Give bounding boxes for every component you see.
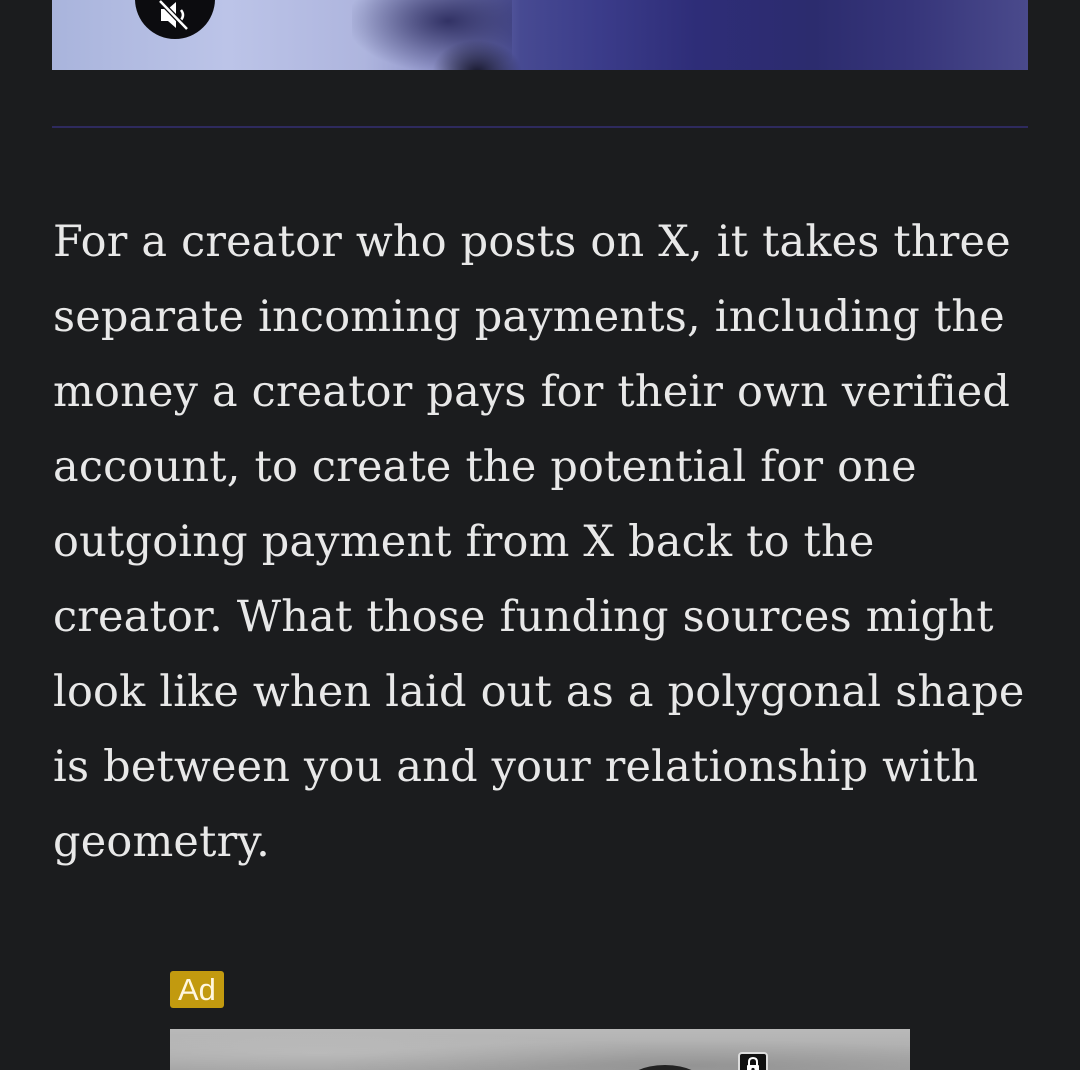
article-page: For a creator who posts on X, it takes t… [0,0,1080,1070]
mute-button[interactable] [135,0,215,39]
speaker-muted-icon [158,0,189,31]
article-paragraph: For a creator who posts on X, it takes t… [53,217,1025,867]
ad-banner[interactable] [170,1029,910,1070]
video-player[interactable] [52,0,1028,70]
lock-icon [747,1057,759,1070]
section-divider [52,126,1028,128]
ad-label: Ad [170,971,224,1008]
lock-badge [738,1052,768,1070]
ad-image-object [625,1065,705,1070]
video-thumbnail-shadow [432,40,522,70]
